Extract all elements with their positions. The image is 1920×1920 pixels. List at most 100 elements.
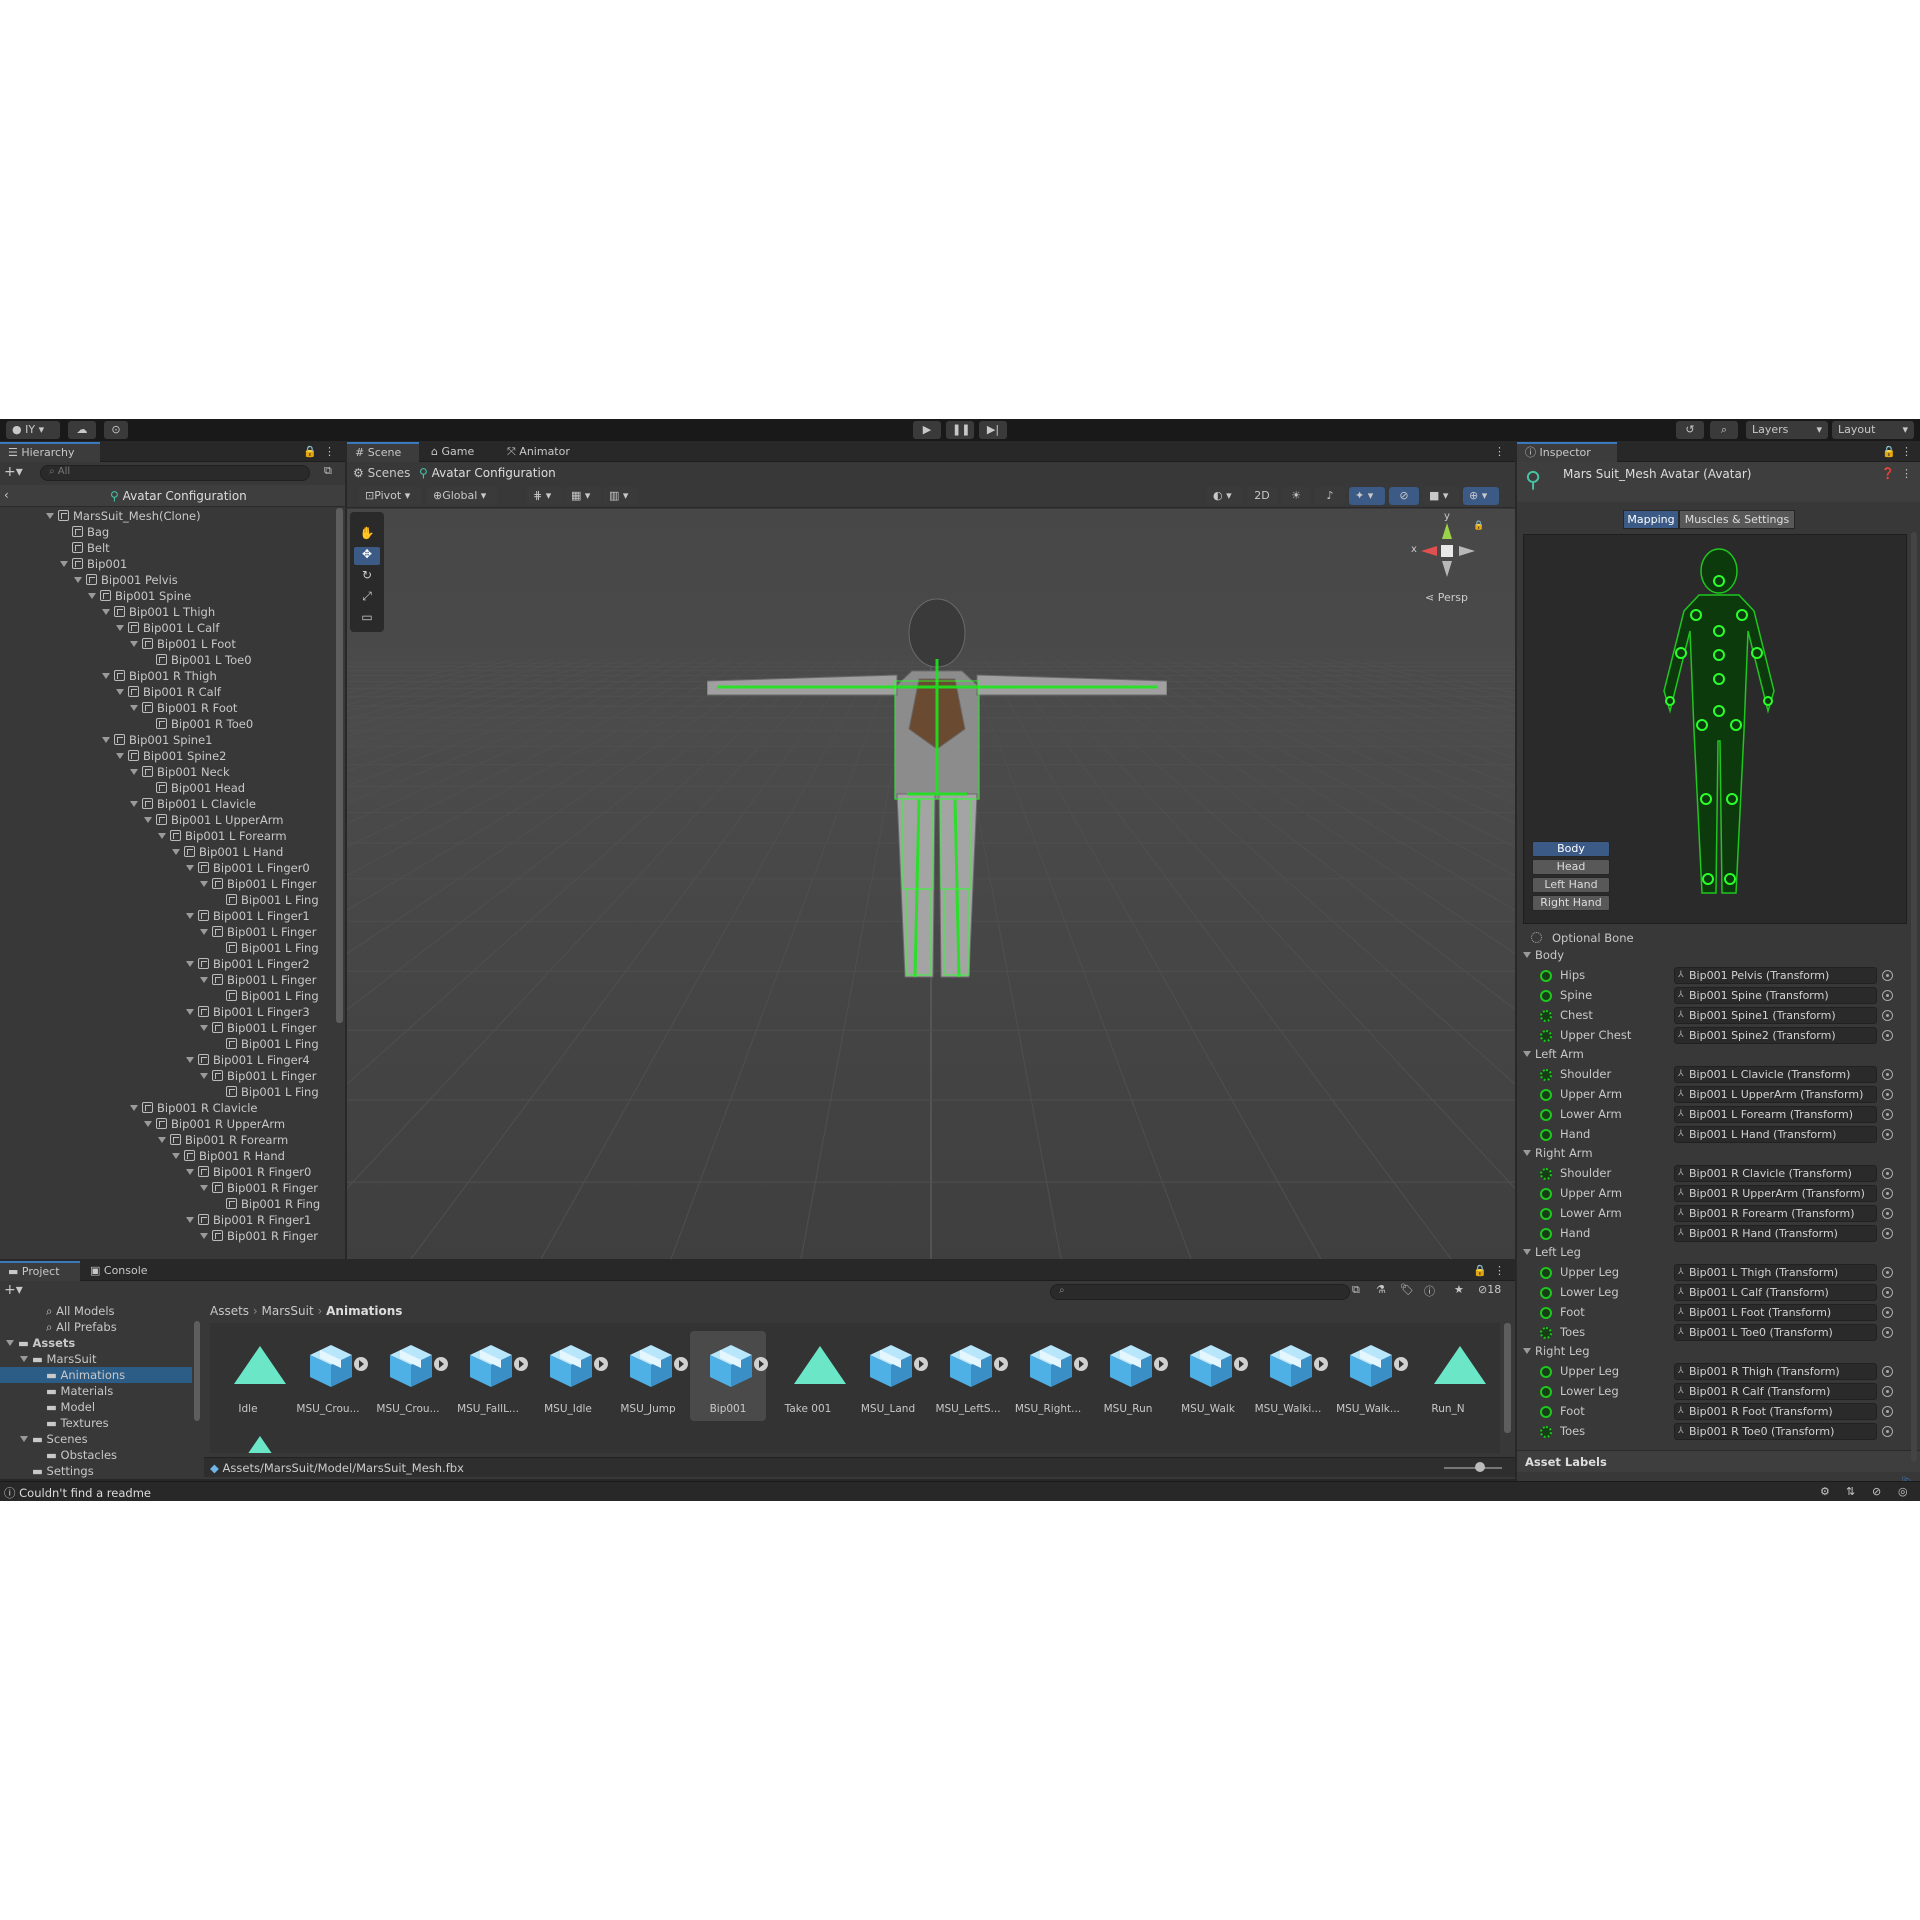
log-icon[interactable]: 🏷: [1400, 1283, 1414, 1296]
hierarchy-item[interactable]: Belt: [60, 540, 110, 556]
camera-dropdown[interactable]: ■ ▾: [1423, 487, 1459, 505]
expand-arrow-icon[interactable]: [186, 1217, 194, 1223]
cloud-icon[interactable]: ☁: [68, 421, 96, 439]
bone-transform-field[interactable]: Bip001 Spine (Transform): [1674, 987, 1877, 1004]
object-picker-icon[interactable]: [1882, 1010, 1893, 1021]
expand-arrow-icon[interactable]: [116, 689, 124, 695]
hierarchy-item[interactable]: Bip001 L Finger: [200, 876, 316, 892]
asset-item[interactable]: MSU_Right...: [1010, 1331, 1088, 1421]
play-button[interactable]: ▶: [913, 421, 941, 439]
expand-arrow-icon[interactable]: [116, 625, 124, 631]
hand-tool-icon[interactable]: ✋: [354, 526, 380, 544]
project-tree-item[interactable]: ▬ Assets: [0, 1335, 192, 1351]
expand-asset-icon[interactable]: [1234, 1357, 1248, 1371]
avatar-body-view[interactable]: Body Head Left Hand Right Hand: [1523, 534, 1907, 924]
bone-status-icon[interactable]: [1540, 1208, 1552, 1220]
asset-item[interactable]: Bip001: [690, 1331, 768, 1421]
expand-asset-icon[interactable]: [594, 1357, 608, 1371]
view-button-body[interactable]: Body: [1532, 841, 1610, 857]
expand-arrow-icon[interactable]: [144, 817, 152, 823]
expand-arrow-icon[interactable]: [186, 913, 194, 919]
expand-arrow-icon[interactable]: [186, 1057, 194, 1063]
expand-arrow-icon[interactable]: [200, 1025, 208, 1031]
bone-transform-field[interactable]: Bip001 L Hand (Transform): [1674, 1126, 1877, 1143]
kebab-menu-icon[interactable]: ⋮: [1494, 445, 1505, 458]
hierarchy-item[interactable]: Bip001 L UpperArm: [144, 812, 283, 828]
expand-arrow-icon[interactable]: [172, 1153, 180, 1159]
asset-item[interactable]: MSU_Walk...: [1330, 1331, 1408, 1421]
project-tree-item[interactable]: ▬ Scenes: [0, 1431, 192, 1447]
expand-arrow-icon[interactable]: [102, 737, 110, 743]
hierarchy-item[interactable]: Bip001 L Finger: [200, 1068, 316, 1084]
project-tree-item[interactable]: ▬ Textures: [0, 1415, 192, 1431]
bone-transform-field[interactable]: Bip001 R Foot (Transform): [1674, 1403, 1877, 1420]
bone-transform-field[interactable]: Bip001 R Calf (Transform): [1674, 1383, 1877, 1400]
icon-size-slider-thumb[interactable]: [1475, 1462, 1485, 1472]
global-dropdown[interactable]: ⊕Global ▾: [427, 487, 497, 505]
bone-status-icon[interactable]: [1540, 1188, 1552, 1200]
hierarchy-item[interactable]: Bip001 R Calf: [116, 684, 221, 700]
favorite-star-icon[interactable]: ★: [1454, 1283, 1464, 1296]
object-picker-icon[interactable]: [1882, 1168, 1893, 1179]
tab-mapping[interactable]: Mapping: [1623, 510, 1679, 529]
progress-icon[interactable]: ◎: [1898, 1485, 1908, 1498]
expand-arrow-icon[interactable]: [1523, 1249, 1531, 1255]
collab-icon[interactable]: ⊙: [104, 421, 128, 439]
bone-status-icon[interactable]: [1540, 1010, 1552, 1022]
lighting-toggle[interactable]: ☀: [1281, 487, 1311, 505]
expand-arrow-icon[interactable]: [186, 1009, 194, 1015]
object-picker-icon[interactable]: [1882, 990, 1893, 1001]
inspector-scrollbar[interactable]: [1911, 532, 1917, 1462]
hierarchy-item[interactable]: Bip001 L Fing: [214, 1084, 319, 1100]
expand-arrow-icon[interactable]: [200, 977, 208, 983]
lock-icon[interactable]: 🔒: [1882, 445, 1896, 458]
object-picker-icon[interactable]: [1882, 1208, 1893, 1219]
expand-arrow-icon[interactable]: [130, 641, 138, 647]
bone-transform-field[interactable]: Bip001 L Forearm (Transform): [1674, 1106, 1877, 1123]
hierarchy-item[interactable]: Bip001 Pelvis: [74, 572, 178, 588]
bone-status-icon[interactable]: [1540, 1386, 1552, 1398]
hierarchy-item[interactable]: Bip001 L Finger: [200, 972, 316, 988]
expand-arrow-icon[interactable]: [1523, 1348, 1531, 1354]
hierarchy-item[interactable]: Bip001 R Thigh: [102, 668, 217, 684]
rect-tool-icon[interactable]: ▭: [354, 610, 380, 628]
hierarchy-item[interactable]: Bip001 L Fing: [214, 988, 319, 1004]
scale-tool-icon[interactable]: ⤢: [354, 589, 380, 607]
object-picker-icon[interactable]: [1882, 1366, 1893, 1377]
bone-group-header[interactable]: Left Leg: [1523, 1245, 1581, 1259]
expand-arrow-icon[interactable]: [20, 1356, 28, 1362]
tab-inspector[interactable]: ⓘ Inspector: [1517, 442, 1617, 462]
history-icon[interactable]: ↺: [1676, 421, 1704, 439]
scene-search-icon[interactable]: ⧉: [324, 464, 332, 478]
back-arrow-icon[interactable]: ‹: [4, 488, 9, 502]
expand-arrow-icon[interactable]: [88, 593, 96, 599]
bone-transform-field[interactable]: Bip001 R Thigh (Transform): [1674, 1363, 1877, 1380]
expand-arrow-icon[interactable]: [116, 753, 124, 759]
view-button-head[interactable]: Head: [1532, 859, 1610, 875]
hierarchy-item[interactable]: Bip001 R Finger0: [186, 1164, 311, 1180]
hierarchy-item[interactable]: Bip001 R Fing: [214, 1196, 320, 1212]
expand-arrow-icon[interactable]: [200, 1073, 208, 1079]
expand-asset-icon[interactable]: [1314, 1357, 1328, 1371]
bone-transform-field[interactable]: Bip001 L Thigh (Transform): [1674, 1264, 1877, 1281]
search-by-label-icon[interactable]: ⚗: [1376, 1283, 1386, 1296]
debug-mode-icon[interactable]: ⚙: [1820, 1485, 1830, 1498]
project-tree-item[interactable]: ▬ Model: [0, 1399, 192, 1415]
project-tree-item[interactable]: ▬ Obstacles: [0, 1447, 192, 1463]
expand-asset-icon[interactable]: [514, 1357, 528, 1371]
settings-kebab-icon[interactable]: ⋮: [1901, 467, 1912, 480]
asset-item[interactable]: MSU_Crou...: [370, 1331, 448, 1421]
help-icon[interactable]: ❓: [1881, 467, 1895, 480]
expand-arrow-icon[interactable]: [144, 1121, 152, 1127]
layout-dropdown[interactable]: Layout ▾: [1832, 421, 1914, 439]
bone-transform-field[interactable]: Bip001 L Calf (Transform): [1674, 1284, 1877, 1301]
snap-increment-dropdown[interactable]: ▥ ▾: [603, 487, 639, 505]
tab-game[interactable]: ⌂ Game: [423, 442, 482, 462]
object-picker-icon[interactable]: [1882, 1228, 1893, 1239]
hierarchy-item[interactable]: Bip001 L Calf: [116, 620, 219, 636]
hidden-packages-toggle[interactable]: ⊘18: [1478, 1283, 1501, 1296]
bone-group-header[interactable]: Right Arm: [1523, 1146, 1593, 1160]
expand-arrow-icon[interactable]: [200, 1185, 208, 1191]
breadcrumb-animations[interactable]: Animations: [326, 1304, 402, 1318]
bone-status-icon[interactable]: [1540, 1030, 1552, 1042]
